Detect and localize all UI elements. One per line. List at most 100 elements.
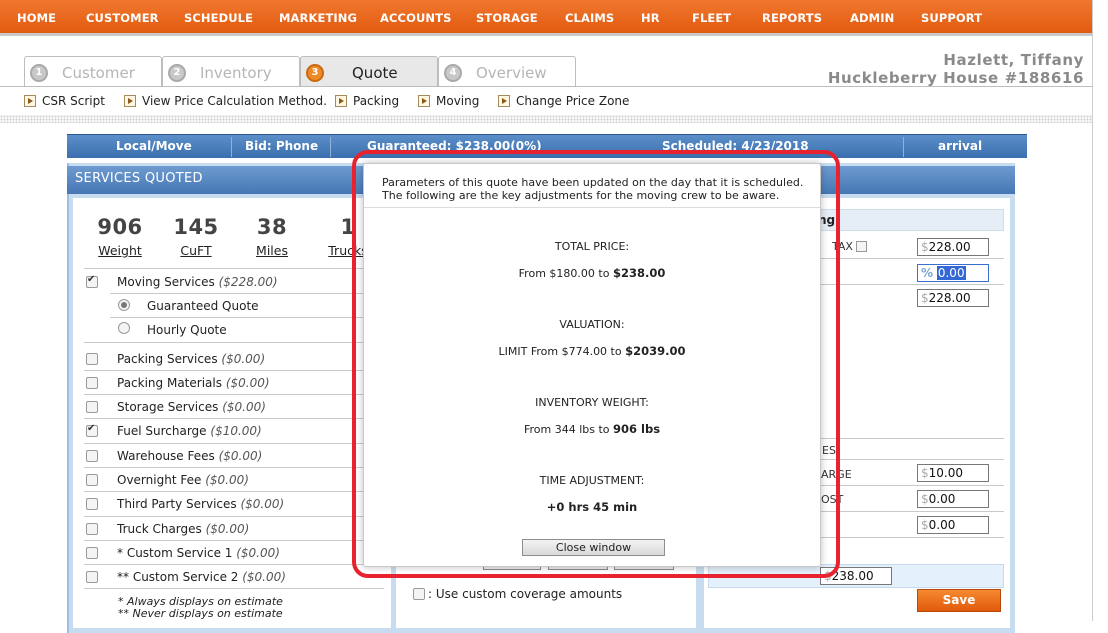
service-checkbox[interactable]: [86, 450, 98, 462]
tab-label: Quote: [352, 64, 398, 82]
nav-marketing[interactable]: MARKETING: [279, 11, 357, 25]
customer-location: Huckleberry House #188616: [827, 69, 1084, 87]
play-arrow-icon: [124, 95, 136, 107]
customer-name: Hazlett, Tiffany: [943, 51, 1084, 69]
tab-inventory[interactable]: 2 Inventory: [162, 56, 300, 86]
play-arrow-icon: [335, 95, 347, 107]
save-button[interactable]: Save: [917, 589, 1001, 612]
nav-fleet[interactable]: FLEET: [692, 11, 731, 25]
hourly-quote-label: Hourly Quote: [147, 323, 227, 337]
separator: [330, 137, 331, 157]
use-custom-coverage-row[interactable]: : Use custom coverage amounts: [413, 587, 622, 601]
service-checkbox[interactable]: [86, 401, 98, 413]
divider: [110, 317, 384, 318]
service-checkbox[interactable]: [86, 353, 98, 365]
link-label: CSR Script: [42, 94, 105, 108]
separator: [231, 137, 232, 157]
tab-label: Overview: [476, 64, 547, 82]
divider: [84, 516, 384, 517]
cost-field[interactable]: $0.00: [917, 490, 989, 508]
service-checkbox[interactable]: [86, 571, 98, 583]
guaranteed-quote-radio[interactable]: [118, 299, 130, 311]
nav-storage[interactable]: STORAGE: [476, 11, 538, 25]
stat-value: 38: [256, 215, 288, 239]
use-custom-coverage-label: : Use custom coverage amounts: [428, 587, 623, 601]
play-arrow-icon: [24, 95, 36, 107]
moving-services-checkbox[interactable]: [86, 274, 98, 288]
play-arrow-icon: [418, 95, 430, 107]
service-label: Moving Services ($228.00): [117, 275, 278, 289]
tax-checkbox[interactable]: [856, 241, 868, 252]
nav-admin[interactable]: ADMIN: [850, 11, 894, 25]
use-custom-coverage-checkbox[interactable]: [413, 588, 425, 600]
divider: [84, 491, 384, 492]
subtotal-field[interactable]: $228.00: [917, 289, 989, 307]
step-1-icon: 1: [30, 64, 48, 82]
stat-value: 145: [173, 215, 219, 239]
nav-reports[interactable]: REPORTS: [762, 11, 822, 25]
stat-label: Weight: [98, 243, 142, 258]
divider: [110, 293, 384, 294]
service-checkbox[interactable]: [86, 474, 98, 486]
customer-header: Hazlett, Tiffany Huckleberry House #1886…: [828, 51, 1084, 87]
move-type: Local/Move: [116, 139, 192, 153]
divider: [84, 540, 384, 541]
step-3-icon: 3: [306, 64, 324, 82]
packing-link[interactable]: Packing: [335, 94, 399, 108]
service-checkbox[interactable]: [86, 547, 98, 559]
guaranteed-quote-label: Guaranteed Quote: [147, 299, 259, 313]
discount-field[interactable]: % 0.00: [917, 264, 989, 282]
divider: [84, 564, 384, 565]
step-4-icon: 4: [444, 64, 462, 82]
stat-label: Miles: [256, 243, 288, 258]
view-price-calc-link[interactable]: View Price Calculation Method.: [124, 94, 327, 108]
tab-label: Inventory: [200, 64, 272, 82]
nav-claims[interactable]: CLAIMS: [565, 11, 614, 25]
service-checkbox[interactable]: [86, 523, 98, 535]
annotation-highlight: [352, 150, 840, 578]
arrival-label: arrival: [938, 139, 983, 153]
moving-link[interactable]: Moving: [418, 94, 479, 108]
miles-stat: 38 Miles: [250, 215, 294, 258]
top-nav: HOME CUSTOMER SCHEDULE MARKETING ACCOUNT…: [0, 0, 1092, 36]
nav-hr[interactable]: HR: [641, 11, 660, 25]
step-2-icon: 2: [168, 64, 186, 82]
link-label: View Price Calculation Method.: [142, 94, 327, 108]
divider: [84, 370, 384, 371]
cuft-stat: 145 CuFT: [171, 215, 221, 258]
link-label: Change Price Zone: [516, 94, 630, 108]
link-label: Moving: [436, 94, 480, 108]
nav-customer[interactable]: CUSTOMER: [86, 11, 159, 25]
moving-total-field[interactable]: $228.00: [917, 238, 989, 256]
csr-script-link[interactable]: CSR Script: [24, 94, 105, 108]
nav-home[interactable]: HOME: [17, 11, 56, 25]
play-arrow-icon: [498, 95, 510, 107]
tab-label: Customer: [62, 64, 135, 82]
hourly-quote-radio[interactable]: [118, 322, 130, 334]
divider: [84, 268, 384, 269]
divider: [84, 467, 384, 468]
other-charge-field[interactable]: $0.00: [917, 516, 989, 534]
nav-support[interactable]: SUPPORT: [921, 11, 982, 25]
divider: [84, 418, 384, 419]
tab-overview[interactable]: 4 Overview: [438, 56, 576, 86]
weight-stat: 906 Weight: [96, 215, 144, 258]
service-checkbox[interactable]: [86, 498, 98, 510]
tab-quote[interactable]: 3 Quote: [300, 56, 438, 86]
nav-schedule[interactable]: SCHEDULE: [184, 11, 253, 25]
divider: [84, 588, 384, 589]
note-never: ** Never displays on estimate: [118, 607, 283, 620]
dotted-divider: [0, 115, 1092, 123]
service-checkbox[interactable]: [86, 423, 98, 437]
change-price-zone-link[interactable]: Change Price Zone: [498, 94, 629, 108]
nav-accounts[interactable]: ACCOUNTS: [380, 11, 451, 25]
fuel-charge-field[interactable]: $10.00: [917, 464, 989, 482]
divider: [84, 394, 384, 395]
service-checkbox[interactable]: [86, 377, 98, 389]
bid-type: Bid: Phone: [245, 139, 319, 153]
scrollbar[interactable]: [1092, 0, 1108, 621]
stat-value: 906: [97, 215, 143, 239]
link-label: Packing: [353, 94, 400, 108]
separator: [903, 137, 904, 157]
tab-customer[interactable]: 1 Customer: [24, 56, 162, 86]
